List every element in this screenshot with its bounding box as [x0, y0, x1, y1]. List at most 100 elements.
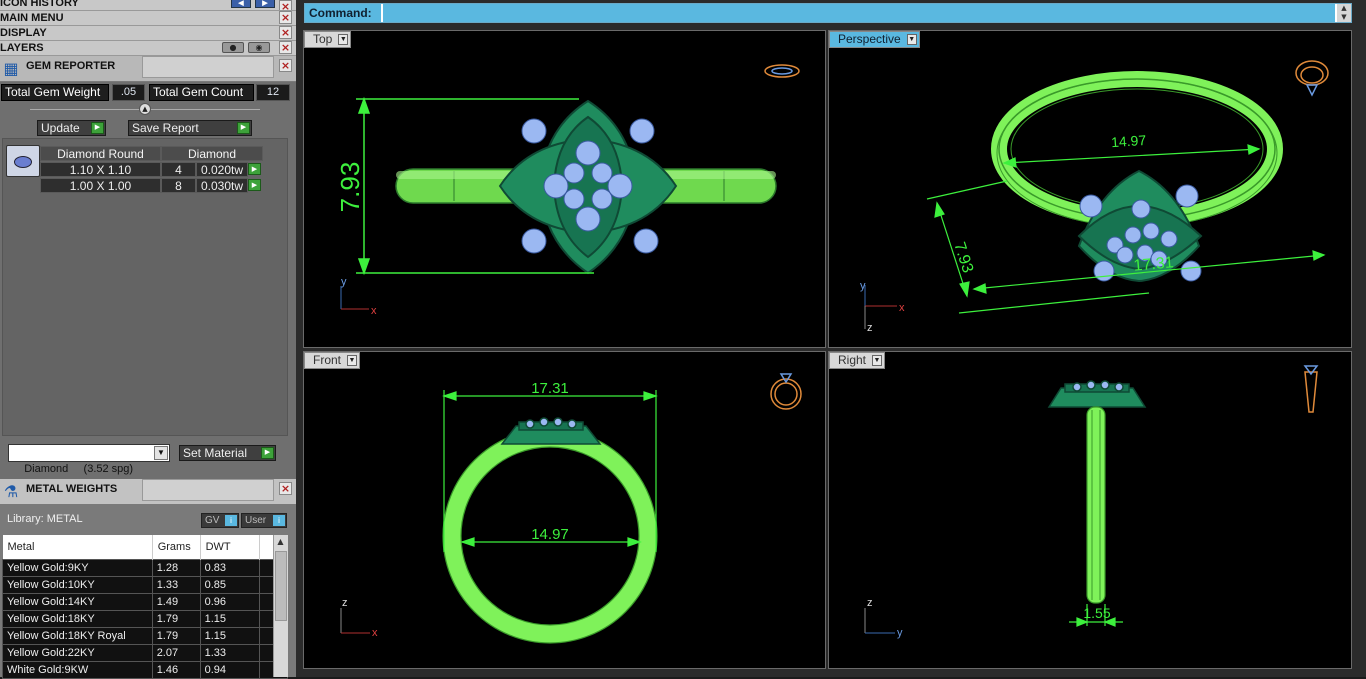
main-menu-title: MAIN MENU — [0, 12, 64, 24]
total-gem-weight-label: Total Gem Weight — [1, 84, 109, 101]
metal-weights-header: ⚗ METAL WEIGHTS × — [0, 479, 296, 505]
gem-reporter-title: GEM REPORTER — [26, 60, 116, 72]
table-row[interactable]: White Gold:9KW 1.46 0.94 — [2, 660, 288, 679]
header-spacer — [142, 56, 274, 78]
close-icon[interactable]: × — [279, 0, 292, 10]
close-icon[interactable]: × — [279, 41, 292, 54]
command-input[interactable] — [383, 4, 1335, 22]
history-back-button[interactable]: ◀ — [231, 0, 251, 8]
update-button[interactable]: Update ▶ — [37, 120, 106, 136]
table-row[interactable]: Yellow Gold:10KY 1.33 0.85 — [2, 575, 288, 594]
table-row[interactable]: Yellow Gold:9KY 1.28 0.83 — [2, 558, 288, 577]
material-select-value: Diamond (3.52 spg) — [24, 463, 134, 475]
gv-toggle[interactable]: GV i — [201, 513, 239, 528]
chevron-down-icon[interactable]: ▼ — [347, 355, 358, 366]
display-bar[interactable]: DISPLAY × — [0, 26, 296, 41]
viewport-tab-top[interactable]: Top ▼ — [304, 31, 352, 48]
dim-width-label: 14.97 — [1111, 132, 1147, 150]
viewport-right[interactable]: 1.55 z y Right ▼ — [828, 351, 1352, 669]
viewport-perspective[interactable]: 14.97 7.93 17.31 y x z Perspective ▼ — [828, 30, 1352, 348]
user-toggle[interactable]: User i — [241, 513, 287, 528]
set-material-label: Set Material — [183, 446, 248, 460]
viewport-tab-right[interactable]: Right ▼ — [829, 352, 886, 369]
dwt-cell: 0.94 — [199, 660, 261, 679]
ring-preview-icon[interactable] — [764, 64, 800, 78]
scrollbar-thumb[interactable] — [275, 551, 287, 621]
flask-icon: ⚗ — [3, 482, 19, 501]
dwt-cell: 1.33 — [199, 643, 261, 662]
layers-title: LAYERS — [0, 42, 44, 54]
dwt-cell: 1.15 — [199, 609, 261, 628]
chevron-down-icon[interactable]: ▼ — [338, 34, 349, 45]
metal-cell: Yellow Gold:22KY — [2, 643, 153, 662]
table-scrollbar[interactable]: ▲ — [273, 535, 288, 677]
history-forward-button[interactable]: ▶ — [255, 0, 275, 8]
play-icon: ▶ — [91, 122, 104, 134]
row-select-icon[interactable]: ▶ — [248, 163, 261, 175]
icon-history-bar[interactable]: ICON HISTORY ◀ ▶ × — [0, 0, 296, 11]
metal-weights-title: METAL WEIGHTS — [26, 483, 118, 495]
viewport-label: Right — [838, 353, 867, 367]
main-menu-bar[interactable]: MAIN MENU × — [0, 11, 296, 26]
viewport-front[interactable]: 17.31 14.97 z x Front ▼ — [303, 351, 826, 669]
play-icon: ▶ — [237, 122, 250, 134]
viewport-tab-perspective[interactable]: Perspective ▼ — [829, 31, 920, 48]
table-row[interactable]: Yellow Gold:18KY Royal 1.79 1.15 — [2, 626, 288, 645]
shank-profile — [1086, 406, 1106, 604]
set-material-button[interactable]: Set Material ▶ — [179, 445, 276, 461]
right-view-canvas: 1.55 z y — [864, 365, 1319, 639]
column-header[interactable]: Grams — [152, 535, 201, 559]
axis-y-label: y — [860, 280, 866, 292]
info-icon: i — [225, 515, 237, 526]
column-header[interactable]: DWT — [200, 535, 261, 559]
viewport-top[interactable]: 7.93 y x Top ▼ — [303, 30, 826, 348]
chevron-down-icon[interactable]: ▼ — [154, 446, 168, 460]
ring-preview-icon[interactable] — [1303, 365, 1319, 413]
header-spacer — [142, 479, 274, 501]
metal-cell: White Gold:9KW — [2, 660, 153, 679]
material-select[interactable]: Diamond (3.52 spg) ▼ — [8, 444, 170, 475]
axis-gizmo — [340, 286, 369, 310]
metal-weights-table: Metal Grams DWT Yellow Gold:9KY 1.28 0.83 … — [2, 535, 288, 679]
slider-handle[interactable]: ▲ — [139, 103, 151, 115]
axis-y-label: y — [897, 627, 903, 639]
gem-count-cell: 8 — [161, 178, 196, 193]
dwt-cell: 0.96 — [199, 592, 261, 611]
axis-x-label: x — [371, 305, 377, 317]
column-header[interactable]: Metal — [2, 535, 153, 559]
table-row[interactable]: Yellow Gold:14KY 1.49 0.96 — [2, 592, 288, 611]
viewport-tab-front[interactable]: Front ▼ — [304, 352, 361, 369]
chevron-down-icon[interactable]: ▼ — [872, 355, 883, 366]
chevron-up-icon[interactable]: ▲ — [274, 535, 287, 549]
grams-cell: 1.28 — [151, 558, 201, 577]
eye-icon[interactable]: ◉ — [248, 42, 270, 53]
close-icon[interactable]: × — [279, 11, 292, 24]
command-scroll[interactable]: ▲ ▼ — [1337, 4, 1351, 22]
top-view-canvas: 7.93 y x — [335, 64, 800, 317]
grams-cell: 1.79 — [151, 626, 201, 645]
head-profile — [1047, 380, 1147, 408]
row-select-icon[interactable]: ▶ — [248, 179, 261, 191]
ring-preview-icon[interactable] — [1295, 60, 1329, 97]
gem-material-header: Diamond — [161, 146, 263, 161]
save-report-button[interactable]: Save Report ▶ — [128, 120, 252, 136]
display-title: DISPLAY — [0, 27, 47, 39]
chevron-down-icon[interactable]: ▼ — [906, 34, 917, 45]
table-row[interactable]: Yellow Gold:22KY 2.07 1.33 — [2, 643, 288, 662]
metal-cell: Yellow Gold:18KY Royal — [2, 626, 153, 645]
grams-cell: 2.07 — [151, 643, 201, 662]
close-icon[interactable]: × — [279, 26, 292, 39]
layer-visibility-icon[interactable]: ● — [222, 42, 244, 53]
metal-cell: Yellow Gold:9KY — [2, 558, 153, 577]
gem-reporter-header: ▦ GEM REPORTER × — [0, 56, 296, 82]
grams-cell: 1.79 — [151, 609, 201, 628]
close-icon[interactable]: × — [279, 482, 292, 495]
update-label: Update — [41, 121, 80, 135]
gem-weight-cell: 0.020tw — [196, 162, 248, 177]
gv-label: GV — [205, 515, 220, 526]
ring-preview-icon[interactable] — [770, 373, 802, 410]
table-row[interactable]: Yellow Gold:18KY 1.79 1.15 — [2, 609, 288, 628]
axis-y-label: y — [341, 276, 347, 288]
close-icon[interactable]: × — [279, 59, 292, 72]
perspective-view-canvas: 14.97 7.93 17.31 y x z — [860, 60, 1329, 334]
